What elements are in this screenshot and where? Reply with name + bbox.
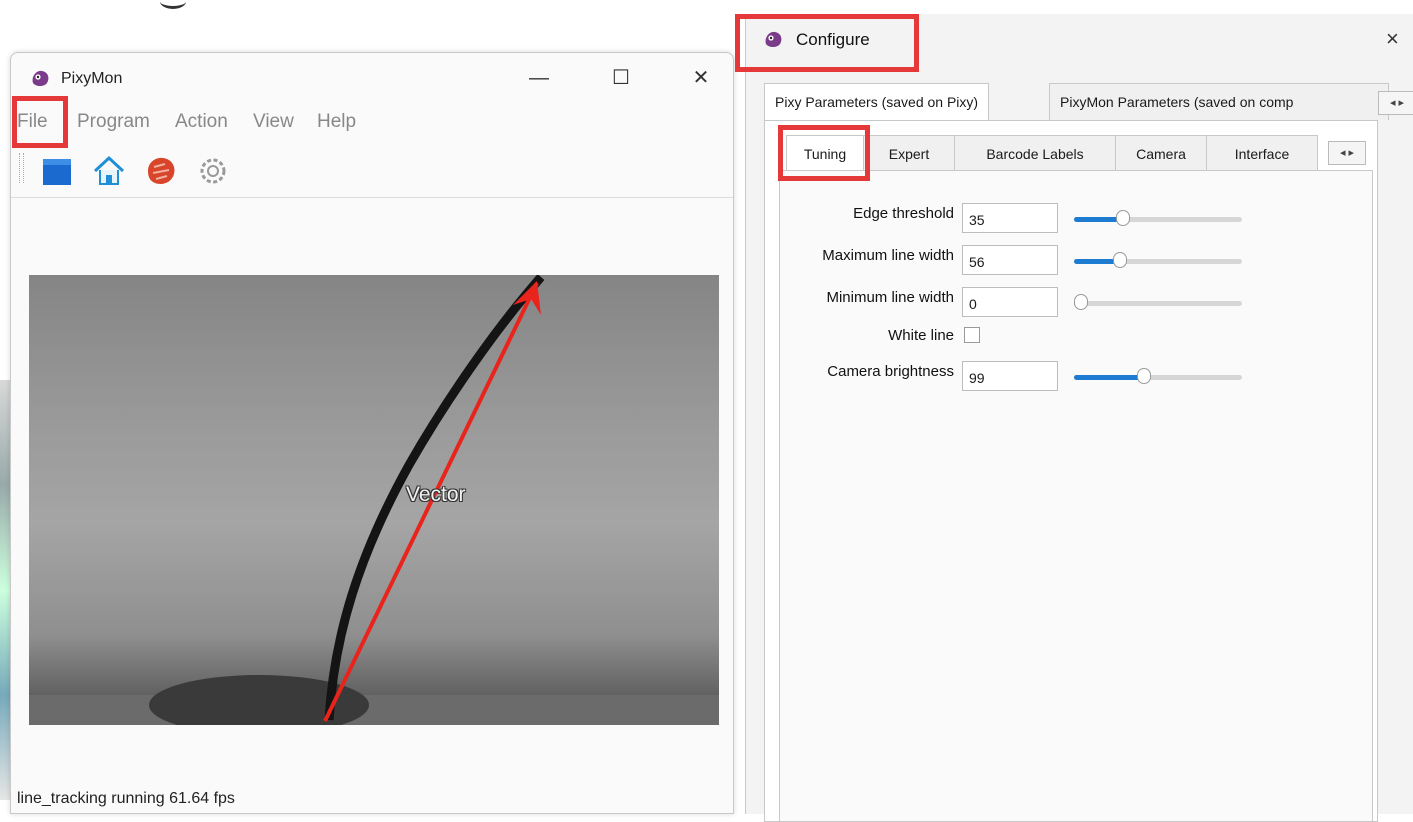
maximize-button[interactable]: ☐ [601,63,641,93]
camera-brightness-field[interactable]: 99 [962,361,1058,391]
camera-brightness-label: Camera brightness [827,363,954,380]
background-artifact [160,0,186,9]
video-overlay [29,275,719,725]
configure-logo-icon [765,31,782,47]
menu-view[interactable]: View [253,111,294,133]
raw-video-icon[interactable] [143,153,179,189]
edge-threshold-field[interactable]: 35 [962,203,1058,233]
toolbar-grip[interactable] [19,153,24,183]
tab-interface[interactable]: Interface [1206,135,1318,173]
maximum-line-width-slider[interactable] [1074,252,1242,268]
edge-threshold-label: Edge threshold [853,205,954,222]
pixymon-window: PixyMon — ☐ ✕ File Program Action View H… [10,52,734,814]
video-display[interactable]: Vector [29,275,719,725]
pixymon-title-bar[interactable]: PixyMon — ☐ ✕ [11,53,733,103]
minimum-line-width-slider-knob[interactable] [1074,294,1088,310]
configure-title: Configure [796,30,870,49]
edge-threshold-slider-knob[interactable] [1116,210,1130,226]
tab-tuning[interactable]: Tuning [786,135,864,173]
vector-label: Vector [406,483,466,506]
configure-close-icon[interactable]: × [1386,26,1399,52]
tab-expert[interactable]: Expert [863,135,955,173]
minimize-button[interactable]: — [519,63,559,93]
camera-brightness-slider[interactable] [1074,368,1242,384]
menu-action[interactable]: Action [175,111,228,133]
inner-tab-scroll-arrows[interactable]: ◂ ▸ [1328,141,1366,165]
edge-threshold-slider[interactable] [1074,210,1242,226]
stop-icon[interactable] [39,153,75,189]
toolbar [11,141,733,198]
white-line-label: White line [888,327,954,344]
outer-tab-scroll-arrows[interactable]: ◂ ▸ [1378,91,1413,115]
home-icon[interactable] [91,153,127,189]
camera-brightness-slider-fill [1074,375,1144,380]
settings-icon[interactable] [195,153,231,189]
inner-tab-bar: Tuning Expert Barcode Labels Camera Inte… [760,135,1370,173]
minimum-line-width-label: Minimum line width [826,289,954,306]
pixymon-logo-icon [32,70,49,86]
camera-brightness-slider-knob[interactable] [1137,368,1151,384]
minimum-line-width-field[interactable]: 0 [962,287,1058,317]
menu-bar: File Program Action View Help [11,109,733,135]
tab-pixy-parameters[interactable]: Pixy Parameters (saved on Pixy) [764,83,990,122]
maximum-line-width-field[interactable]: 56 [962,245,1058,275]
tab-barcode-labels[interactable]: Barcode Labels [954,135,1116,173]
tab-pixymon-parameters[interactable]: PixyMon Parameters (saved on comp [1049,83,1389,120]
close-button[interactable]: ✕ [681,63,721,93]
white-line-checkbox[interactable] [964,327,980,343]
maximum-line-width-slider-knob[interactable] [1113,252,1127,268]
tuning-pane: Edge threshold 35 Maximum line width 56 … [779,170,1373,822]
menu-file[interactable]: File [17,111,48,133]
menu-program[interactable]: Program [77,111,150,133]
pixymon-title: PixyMon [61,70,123,87]
maximum-line-width-label: Maximum line width [822,247,954,264]
minimum-line-width-slider[interactable] [1074,294,1242,310]
menu-help[interactable]: Help [317,111,356,133]
tab-camera[interactable]: Camera [1115,135,1207,173]
status-text: line_tracking running 61.64 fps [17,790,235,807]
configure-dialog: Configure × Pixy Parameters (saved on Pi… [745,14,1413,822]
outer-tab-bar: Pixy Parameters (saved on Pixy) PixyMon … [764,83,1413,122]
